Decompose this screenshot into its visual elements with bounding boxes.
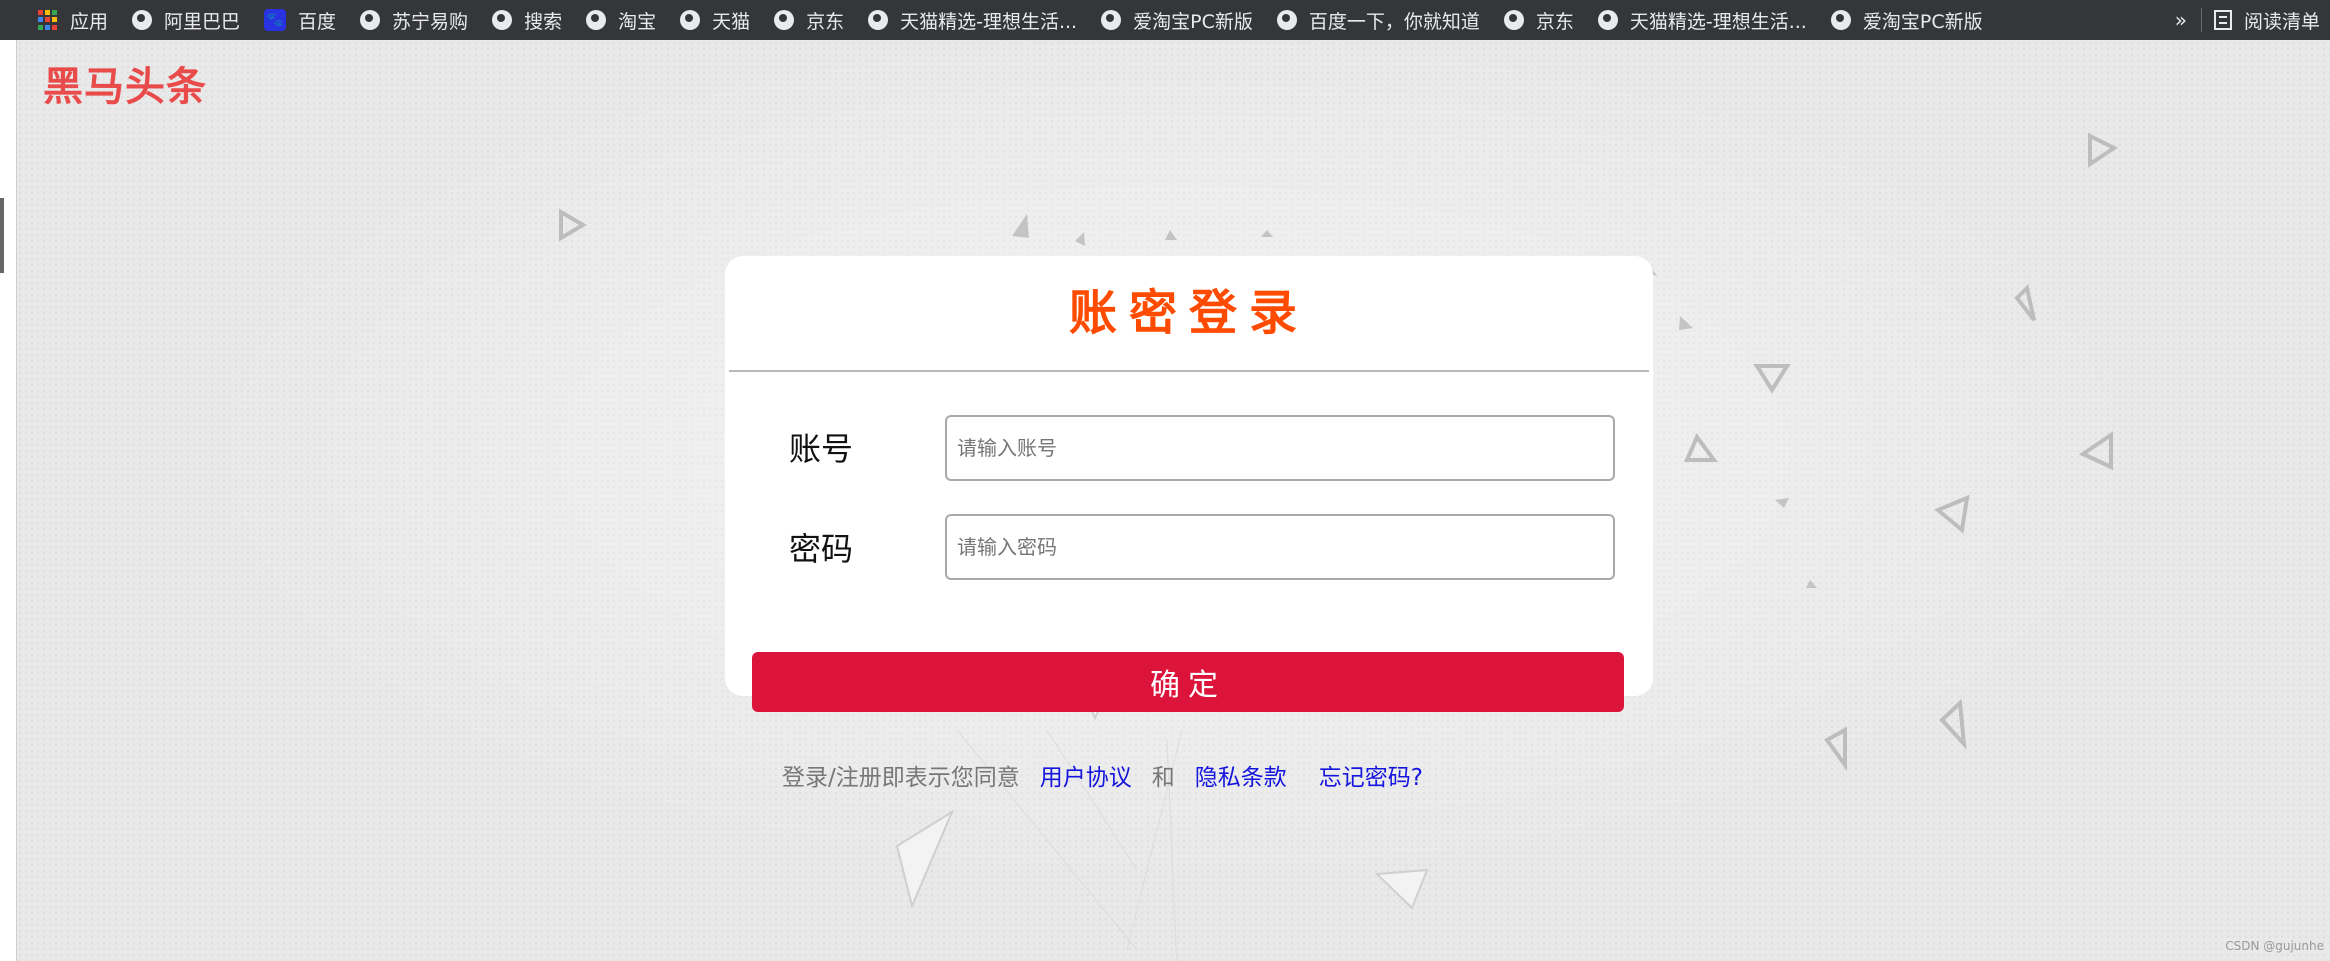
bookmark-item[interactable]: 爱淘宝PC新版: [1819, 0, 1995, 40]
globe-icon: [1101, 10, 1122, 30]
left-page-edge: [0, 40, 17, 961]
agreement-line: 登录/注册即表示您同意 用户协议 和 隐私条款 忘记密码?: [782, 758, 1423, 792]
bookmark-label: 淘宝: [618, 10, 657, 33]
reading-list-label: 阅读清单: [2243, 10, 2320, 33]
forgot-password-link[interactable]: 忘记密码?: [1319, 758, 1423, 792]
bookmark-label: 天猫: [712, 10, 751, 33]
account-label: 账号: [789, 430, 854, 468]
bookmark-label: 应用: [70, 10, 109, 33]
more-bookmarks-button[interactable]: »: [2161, 8, 2201, 32]
globe-icon: [774, 10, 795, 30]
bookmark-label: 阿里巴巴: [164, 10, 241, 33]
bookmarks-bar: 应用 阿里巴巴 🐾 百度 苏宁易购 搜索 淘宝 天猫 京东 天猫精选-理想生活.…: [0, 0, 2330, 40]
submit-button[interactable]: 确定: [752, 652, 1624, 712]
globe-icon: [492, 10, 513, 30]
brand-logo[interactable]: 黑马头条: [43, 54, 207, 112]
password-label: 密码: [789, 530, 854, 568]
globe-icon: [680, 10, 701, 30]
title-divider: [729, 370, 1649, 372]
reading-list-icon: [2213, 10, 2232, 30]
bookmark-item[interactable]: 百度一下，你就知道: [1265, 0, 1492, 40]
side-panel-handle[interactable]: [0, 198, 4, 273]
globe-icon: [1597, 10, 1618, 30]
bookmark-label: 天猫精选-理想生活...: [1629, 10, 1807, 33]
bookmark-item[interactable]: 阿里巴巴: [120, 0, 252, 40]
globe-icon: [360, 10, 381, 30]
and-text: 和: [1151, 765, 1175, 791]
bookmark-label: 天猫精选-理想生活...: [900, 10, 1078, 33]
baidu-icon: 🐾: [264, 9, 287, 31]
bookmark-item[interactable]: 搜索: [480, 0, 574, 40]
bookmark-label: 爱淘宝PC新版: [1862, 10, 1983, 33]
login-title: 账密登录: [1068, 285, 1309, 341]
bookmark-item[interactable]: 淘宝: [574, 0, 668, 40]
globe-icon: [868, 10, 889, 30]
login-card: 账密登录 账号 密码 确定: [725, 256, 1653, 712]
bookmark-item[interactable]: 天猫精选-理想生活...: [856, 0, 1089, 40]
user-agreement-link[interactable]: 用户协议: [1040, 758, 1132, 792]
globe-icon: [586, 10, 607, 30]
bookmark-item[interactable]: 🐾 百度: [252, 0, 348, 40]
login-page: 黑马头条 账密登录 账号 密码 确定 登录/注册即表示您同意 用户协议 和 隐私…: [17, 40, 2330, 961]
globe-icon: [1503, 10, 1524, 30]
bookmark-item[interactable]: 爱淘宝PC新版: [1089, 0, 1265, 40]
bookmark-item[interactable]: 京东: [762, 0, 856, 40]
bookmark-label: 百度: [298, 10, 337, 33]
globe-icon: [1276, 10, 1297, 30]
privacy-link[interactable]: 隐私条款: [1195, 758, 1287, 792]
globe-icon: [132, 10, 153, 30]
watermark: CSDN @gujunhe: [2225, 939, 2324, 953]
bookmark-item[interactable]: 京东: [1492, 0, 1586, 40]
reading-list-button[interactable]: 阅读清单: [2202, 7, 2330, 34]
password-input[interactable]: [945, 514, 1615, 580]
agreement-text: 登录/注册即表示您同意: [782, 765, 1020, 791]
account-input[interactable]: [945, 415, 1615, 481]
bookmark-label: 京东: [806, 10, 845, 33]
globe-icon: [1830, 10, 1851, 30]
bookmark-label: 爱淘宝PC新版: [1133, 10, 1253, 33]
bookmark-apps[interactable]: 应用: [0, 0, 120, 40]
bookmark-label: 京东: [1535, 10, 1574, 33]
apps-grid-icon: [38, 10, 58, 30]
bookmark-item[interactable]: 天猫: [668, 0, 762, 40]
bookmark-label: 苏宁易购: [392, 10, 469, 33]
bookmark-label: 搜索: [524, 10, 563, 33]
bookmark-label: 百度一下，你就知道: [1308, 10, 1480, 33]
bookmark-item[interactable]: 天猫精选-理想生活...: [1586, 0, 1819, 40]
bookmark-item[interactable]: 苏宁易购: [348, 0, 480, 40]
